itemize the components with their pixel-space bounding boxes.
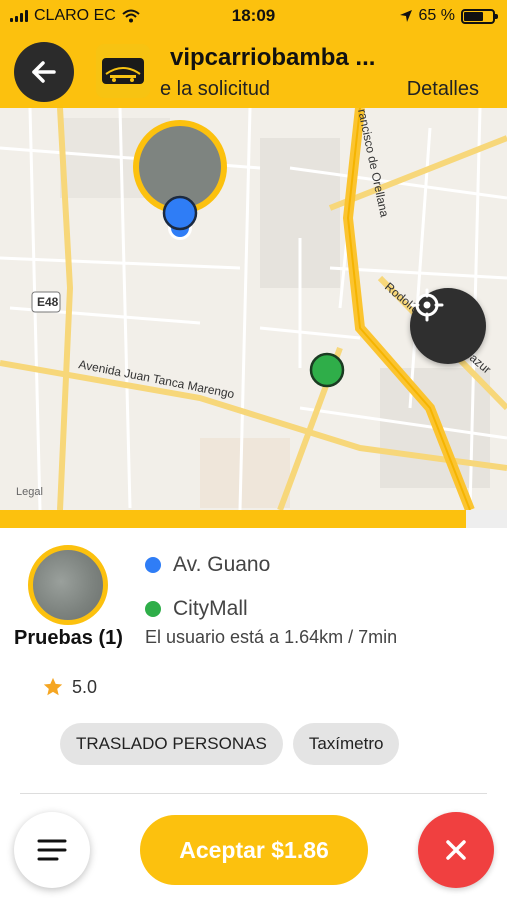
rating-value: 5.0 xyxy=(72,676,98,697)
destination-row: CityMall xyxy=(145,587,270,631)
pickup-address: Av. Guano xyxy=(173,553,271,576)
user-name: Pruebas (1) xyxy=(14,627,123,649)
status-right: 65 % xyxy=(399,7,498,25)
divider xyxy=(20,793,487,794)
tag-traslado: TRASLADO PERSONAS xyxy=(60,723,283,765)
cancel-button[interactable] xyxy=(418,812,494,888)
destination-dot-icon xyxy=(145,601,161,617)
menu-lines-icon xyxy=(37,839,67,861)
back-button[interactable] xyxy=(14,42,74,102)
battery-icon xyxy=(461,8,498,24)
avatar xyxy=(28,545,108,625)
map-view[interactable]: E48 Avenida Juan Tanca Marengo rancisco … xyxy=(0,108,507,510)
destination-address: CityMall xyxy=(173,597,248,620)
route-info: Av. Guano CityMall xyxy=(145,543,270,631)
locate-button[interactable] xyxy=(410,288,486,364)
distance-text: El usuario está a 1.64km / 7min xyxy=(145,627,398,647)
company-logo xyxy=(96,44,150,98)
status-bar: CLARO EC 18:09 65 % xyxy=(0,0,507,32)
details-link[interactable]: Detalles xyxy=(407,78,479,101)
crosshair-icon xyxy=(410,288,444,322)
menu-button[interactable] xyxy=(14,812,90,888)
user-rating: 5.0 xyxy=(42,676,97,698)
request-timer-fill xyxy=(0,510,467,528)
service-tags: TRASLADO PERSONAS Taxímetro xyxy=(60,723,400,765)
accept-button[interactable]: Aceptar $1.86 xyxy=(140,815,368,885)
app-header: CLARO EC 18:09 65 % vipcarriobamba ... e… xyxy=(0,0,507,108)
highway-label: E48 xyxy=(37,295,59,309)
pickup-dot-icon xyxy=(145,557,161,573)
arrow-left-icon xyxy=(32,61,56,83)
destination-map-marker[interactable] xyxy=(309,352,345,388)
map-legal-label: Legal xyxy=(16,486,43,498)
star-icon xyxy=(43,677,63,696)
close-icon xyxy=(446,840,466,860)
request-subtitle: e la solicitud xyxy=(160,78,271,100)
location-arrow-icon xyxy=(399,10,412,22)
pickup-row: Av. Guano xyxy=(145,543,270,587)
request-timer-bar xyxy=(0,510,507,528)
tag-taximetro: Taxímetro xyxy=(292,723,400,765)
battery-percent: 65 % xyxy=(418,7,455,24)
company-title: vipcarriobamba ... xyxy=(170,44,376,71)
